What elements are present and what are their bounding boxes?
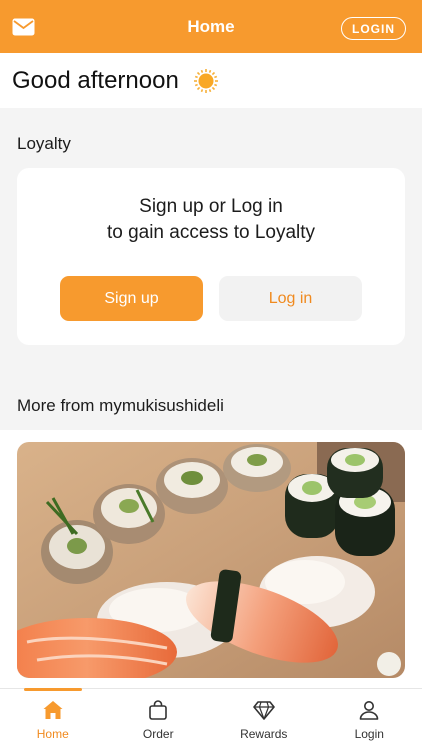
tab-rewards[interactable]: Rewards <box>211 689 317 750</box>
log-in-button[interactable]: Log in <box>219 276 362 321</box>
user-icon <box>359 701 379 720</box>
tab-order[interactable]: Order <box>106 689 212 750</box>
diamond-icon <box>252 701 275 720</box>
more-section-title: More from mymukisushideli <box>17 396 224 415</box>
sign-up-button[interactable]: Sign up <box>60 276 203 321</box>
greeting-row: Good afternoon <box>0 53 422 108</box>
tab-login-label: Login <box>354 727 384 741</box>
tab-order-label: Order <box>142 727 174 741</box>
header-login-button[interactable]: LOGIN <box>341 17 406 40</box>
bag-icon <box>149 700 168 720</box>
loyalty-message-line1: Sign up or Log in <box>139 196 283 217</box>
tab-home-label: Home <box>36 727 69 741</box>
tab-rewards-label: Rewards <box>240 727 288 741</box>
tab-login[interactable]: Login <box>317 689 422 750</box>
top-app-bar: Home LOGIN <box>0 0 422 53</box>
loyalty-section-title: Loyalty <box>17 134 71 153</box>
loyalty-message-line2: to gain access to Loyalty <box>106 222 316 243</box>
tab-home[interactable]: Home <box>0 688 106 750</box>
greeting-text: Good afternoon <box>12 66 179 94</box>
sushi-photo-illustration <box>17 442 405 678</box>
bottom-tab-bar: Home Order Rewards Login <box>0 688 422 750</box>
loyalty-message: Sign up or Log in to gain access to Loya… <box>17 194 405 246</box>
active-tab-indicator <box>24 688 82 691</box>
page-title: Home <box>187 16 235 36</box>
sushi-platter-image[interactable] <box>17 442 405 678</box>
sun-icon <box>193 68 218 93</box>
loyalty-card: Sign up or Log in to gain access to Loya… <box>17 168 405 345</box>
home-icon <box>43 701 63 719</box>
mail-icon[interactable] <box>12 18 35 36</box>
